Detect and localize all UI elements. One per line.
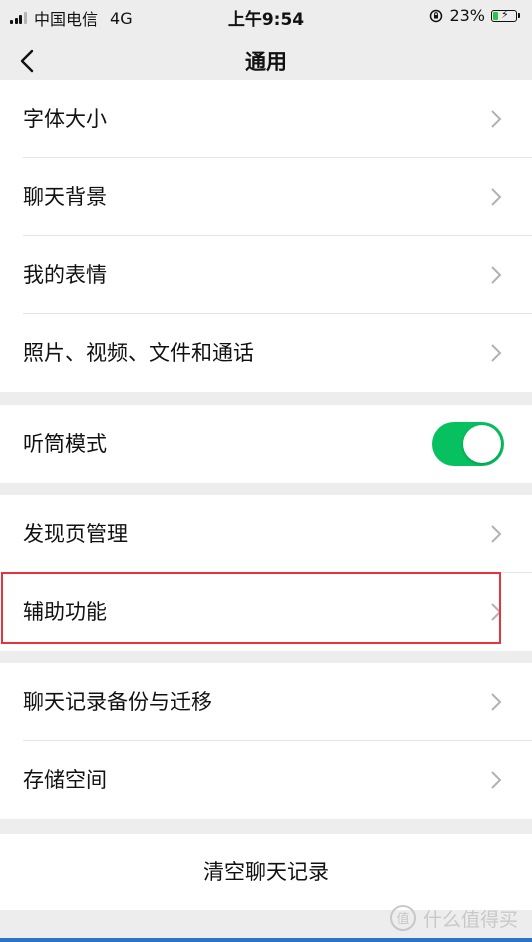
- clear-chat-history-button[interactable]: 清空聊天记录: [0, 834, 532, 910]
- section-storage: 聊天记录备份与迁移 存储空间: [0, 663, 532, 819]
- cell-label: 发现页管理: [23, 522, 128, 546]
- clear-chat-label: 清空聊天记录: [203, 860, 329, 884]
- chevron-right-icon: [491, 188, 502, 206]
- rotation-lock-icon: [430, 9, 443, 22]
- cell-label: 聊天背景: [23, 185, 107, 209]
- chevron-right-icon: [491, 110, 502, 128]
- cell-discover-management[interactable]: 发现页管理: [0, 495, 532, 573]
- highlight-box: [1, 572, 501, 644]
- svg-text:值: 值: [396, 911, 409, 927]
- cell-chat-backup-migration[interactable]: 聊天记录备份与迁移: [0, 663, 532, 741]
- watermark: 值 什么值得买: [389, 904, 518, 932]
- cell-label: 照片、视频、文件和通话: [23, 341, 254, 365]
- cell-font-size[interactable]: 字体大小: [0, 80, 532, 158]
- status-bar: 中国电信 4G 上午9:54 23% ⚡: [0, 0, 532, 32]
- watermark-logo-icon: 值: [389, 905, 416, 931]
- watermark-text: 什么值得买: [422, 908, 518, 931]
- cell-label: 聊天记录备份与迁移: [23, 690, 212, 714]
- status-right: 23% ⚡: [429, 6, 520, 25]
- cell-chat-background[interactable]: 聊天背景: [0, 158, 532, 236]
- page-title: 通用: [245, 50, 287, 74]
- chevron-right-icon: [491, 344, 502, 362]
- cell-label: 存储空间: [23, 768, 107, 792]
- chevron-right-icon: [491, 266, 502, 284]
- cell-storage-space[interactable]: 存储空间: [0, 741, 532, 819]
- chevron-right-icon: [491, 525, 502, 543]
- battery-icon: ⚡: [491, 8, 517, 22]
- cell-my-stickers[interactable]: 我的表情: [0, 236, 532, 314]
- cell-label: 我的表情: [23, 263, 107, 287]
- cell-label: 听筒模式: [23, 432, 107, 456]
- battery-percent: 23%: [449, 6, 485, 25]
- chevron-right-icon: [491, 693, 502, 711]
- earpiece-mode-toggle[interactable]: [432, 422, 504, 466]
- chevron-right-icon: [491, 771, 502, 789]
- section-display: 字体大小 聊天背景 我的表情 照片、视频、文件和通话: [0, 80, 532, 392]
- cell-label: 字体大小: [23, 107, 107, 131]
- cell-earpiece-mode: 听筒模式: [0, 405, 532, 483]
- section-earpiece: 听筒模式: [0, 405, 532, 483]
- cell-media-files-calls[interactable]: 照片、视频、文件和通话: [0, 314, 532, 392]
- bottom-edge-bar: [0, 938, 532, 942]
